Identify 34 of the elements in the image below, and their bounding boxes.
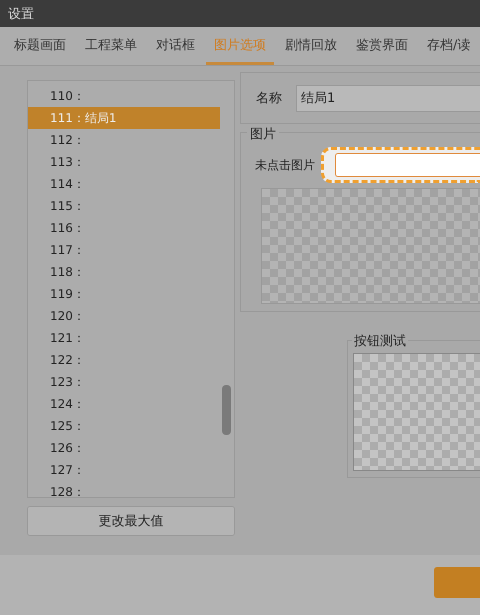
list-item[interactable]: 121： bbox=[28, 327, 220, 349]
group-title: 图片 bbox=[247, 125, 279, 143]
window-title: 设置 bbox=[8, 6, 34, 22]
change-max-button[interactable]: 更改最大值 bbox=[27, 506, 235, 536]
list-item[interactable]: 113： bbox=[28, 151, 220, 173]
tab[interactable]: 鉴赏界面 bbox=[348, 27, 416, 65]
tab[interactable]: 对话框 bbox=[148, 27, 203, 65]
field-label: 未点击图片 bbox=[255, 156, 315, 174]
list-item[interactable]: 112： bbox=[28, 129, 220, 151]
dialog-button[interactable] bbox=[434, 567, 480, 598]
list-item[interactable]: 128： bbox=[28, 481, 220, 497]
image-path-field[interactable] bbox=[321, 147, 480, 183]
list-item[interactable]: 116： bbox=[28, 217, 220, 239]
tab[interactable]: 剧情回放 bbox=[277, 27, 345, 65]
list-item[interactable]: 117： bbox=[28, 239, 220, 261]
name-field[interactable]: 结局1 bbox=[296, 84, 480, 112]
list-item[interactable]: 114： bbox=[28, 173, 220, 195]
list-item[interactable]: 125： bbox=[28, 415, 220, 437]
list-item[interactable]: 124： bbox=[28, 393, 220, 415]
scrollbar-thumb[interactable] bbox=[222, 385, 231, 435]
group-title: 按钮测试 bbox=[352, 332, 408, 350]
name-label: 名称 bbox=[256, 90, 282, 107]
list-item[interactable]: 126： bbox=[28, 437, 220, 459]
tab[interactable]: 标题画面 bbox=[6, 27, 74, 65]
list-item[interactable]: 119： bbox=[28, 283, 220, 305]
list-item[interactable]: 123： bbox=[28, 371, 220, 393]
list-item[interactable]: 122： bbox=[28, 349, 220, 371]
list-item[interactable]: 118： bbox=[28, 261, 220, 283]
list-item[interactable]: 110： bbox=[28, 85, 220, 107]
tab[interactable]: 存档/读 bbox=[419, 27, 478, 65]
list-item[interactable]: 127： bbox=[28, 459, 220, 481]
list-item[interactable]: 115： bbox=[28, 195, 220, 217]
tab[interactable]: 工程菜单 bbox=[77, 27, 145, 65]
list-item[interactable]: 120： bbox=[28, 305, 220, 327]
